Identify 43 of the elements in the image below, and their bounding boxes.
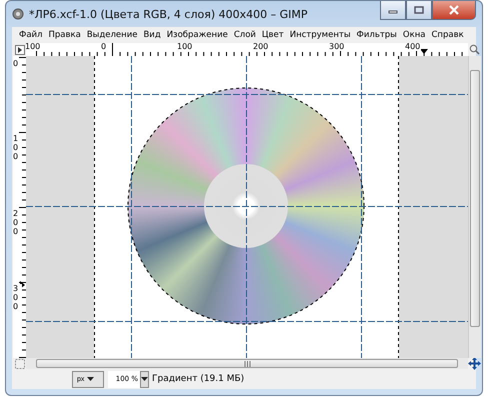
menu-item[interactable]: Инструменты — [286, 30, 354, 40]
ruler-label: 0 — [100, 43, 108, 51]
close-icon — [448, 5, 460, 15]
ruler-label: 100 — [26, 43, 42, 51]
ruler-label: 400 — [404, 43, 422, 51]
navigate-icon[interactable] — [468, 357, 481, 370]
guide-line[interactable] — [246, 56, 247, 358]
guide-line[interactable] — [26, 206, 468, 207]
horizontal-scrollbar[interactable] — [26, 358, 468, 369]
menu-item[interactable]: Выделение — [84, 30, 140, 40]
menu-item[interactable]: Файл — [16, 30, 46, 40]
close-button[interactable] — [432, 1, 476, 20]
ruler-label: 100 — [176, 43, 194, 51]
menu-arrow-icon[interactable] — [14, 44, 24, 54]
maximize-button[interactable] — [406, 1, 432, 20]
menu-item[interactable]: Вид — [140, 30, 164, 40]
menu-item[interactable]: Цвет — [258, 30, 287, 40]
ruler-label: 300 — [328, 43, 346, 51]
menu-item[interactable]: Слой — [230, 30, 259, 40]
guide-line[interactable] — [361, 56, 362, 358]
vertical-scrollbar[interactable] — [468, 56, 481, 358]
scrollbar-thumb[interactable] — [36, 359, 458, 368]
guide-line[interactable] — [26, 321, 468, 322]
menu-item[interactable]: Окна — [400, 30, 428, 40]
menu-item[interactable]: Правка — [45, 30, 84, 40]
caret-icon — [141, 377, 148, 381]
guide-line[interactable] — [131, 56, 132, 358]
caret-icon — [87, 377, 94, 381]
menu-item[interactable]: Справк — [428, 30, 467, 40]
scrollbar-thumb[interactable] — [470, 70, 480, 327]
app-icon — [12, 8, 24, 20]
menu-item[interactable]: Изображение — [164, 30, 231, 40]
zoom-icon[interactable] — [469, 44, 480, 55]
maximize-icon — [414, 6, 424, 14]
window-title: *ЛР6.xcf-1.0 (Цвета RGB, 4 слоя) 400x400 – GIMP — [29, 8, 309, 20]
ruler-label: 300 — [13, 284, 22, 311]
grip-icon — [244, 360, 250, 366]
ruler-label: 200 — [252, 43, 270, 51]
minimize-button[interactable] — [380, 1, 406, 20]
guide-line[interactable] — [26, 94, 468, 95]
zoom-dropdown-button[interactable] — [140, 370, 149, 388]
menu-item[interactable]: Фильтры — [354, 30, 400, 40]
status-message: Градиент (19.1 МБ) — [152, 374, 244, 384]
